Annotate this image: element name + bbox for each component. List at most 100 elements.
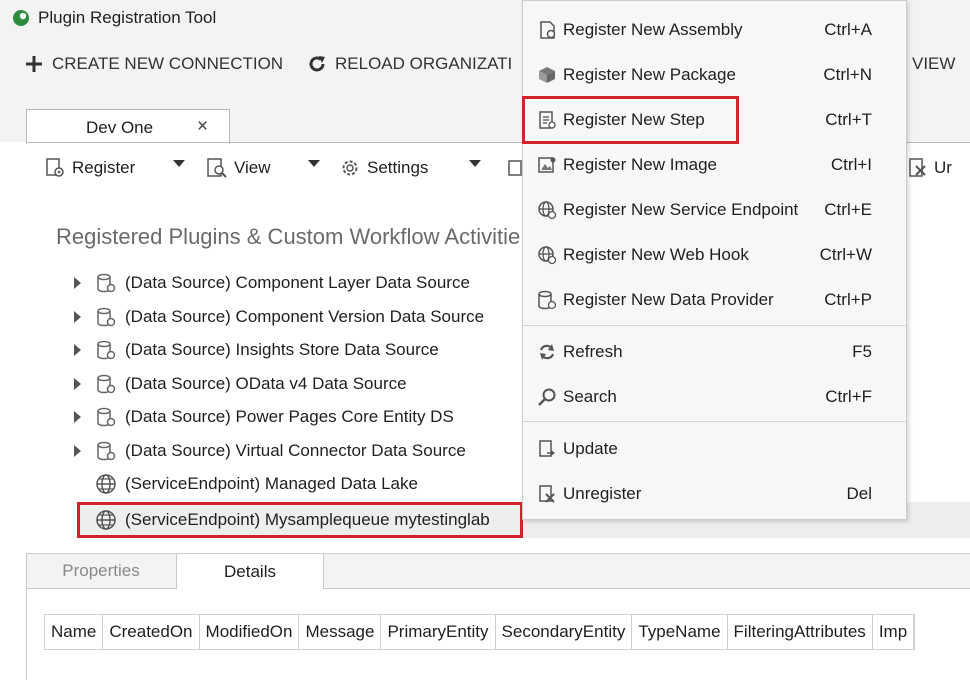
menu-item-shortcut: Del — [846, 484, 872, 503]
unregister-toolbar-icon — [909, 158, 926, 177]
register-label: Register — [72, 158, 136, 177]
settings-dropdown-button[interactable]: Settings — [339, 155, 428, 181]
reload-organization-label: RELOAD ORGANIZATI — [335, 54, 513, 73]
selected-item-highlight-box — [77, 502, 523, 538]
data-provider-icon — [538, 290, 557, 310]
tree-item-managed-data-lake[interactable]: (ServiceEndpoint) Managed Data Lake — [72, 469, 418, 499]
unregister-icon — [539, 485, 555, 503]
reload-organization-button[interactable]: RELOAD ORGANIZATI — [307, 52, 512, 76]
settings-label: Settings — [367, 158, 429, 177]
plus-icon — [26, 56, 42, 72]
close-tab-icon[interactable]: × — [197, 116, 208, 138]
expand-arrow-icon[interactable] — [74, 277, 81, 289]
tree-item-power-pages[interactable]: (Data Source) Power Pages Core Entity DS — [72, 402, 454, 432]
view-icon — [207, 158, 227, 178]
menu-item-search[interactable]: Search Ctrl+F — [523, 379, 906, 415]
tab-details[interactable]: Details — [176, 554, 324, 589]
view-menu-label: VIEW — [912, 54, 956, 73]
column-header-modifiedon[interactable]: ModifiedOn — [200, 615, 300, 649]
menu-item-label: Refresh — [563, 342, 623, 361]
menu-item-register-new-web-hook[interactable]: Register New Web Hook Ctrl+W — [523, 237, 906, 273]
menu-separator — [523, 421, 906, 422]
datasource-icon — [97, 307, 116, 327]
tree-item-virtual-connector[interactable]: (Data Source) Virtual Connector Data Sou… — [72, 436, 466, 466]
menu-item-label: Update — [563, 439, 618, 458]
menu-item-shortcut: Ctrl+A — [824, 20, 872, 39]
tree-item-odata-v4[interactable]: (Data Source) OData v4 Data Source — [72, 369, 407, 399]
column-header-filteringattributes[interactable]: FilteringAttributes — [728, 615, 873, 649]
expand-arrow-icon[interactable] — [74, 378, 81, 390]
tree-item-component-version[interactable]: (Data Source) Component Version Data Sou… — [72, 302, 484, 332]
menu-item-register-new-package[interactable]: Register New Package Ctrl+N — [523, 57, 906, 93]
menu-item-register-new-service-endpoint[interactable]: Register New Service Endpoint Ctrl+E — [523, 192, 906, 228]
menu-item-update[interactable]: Update — [523, 431, 906, 467]
menu-item-register-new-image[interactable]: Register New Image Ctrl+I — [523, 147, 906, 183]
menu-item-label: Register New Assembly — [563, 20, 743, 39]
menu-item-register-new-assembly[interactable]: Register New Assembly Ctrl+A — [523, 12, 906, 48]
tab-dev-one-label: Dev One — [86, 118, 154, 137]
menu-item-shortcut: F5 — [852, 342, 872, 361]
registered-plugins-heading: Registered Plugins & Custom Workflow Act… — [56, 224, 521, 249]
datasource-icon — [97, 441, 116, 461]
datasource-icon — [97, 407, 116, 427]
menu-item-label: Search — [563, 387, 617, 406]
menu-item-shortcut: Ctrl+I — [830, 155, 872, 174]
view-dropdown-button[interactable]: View — [206, 155, 271, 181]
refresh-icon — [539, 344, 555, 360]
menu-item-label: Register New Package — [563, 65, 736, 84]
view-menu-button[interactable]: VIEW — [912, 52, 955, 76]
app-logo-icon — [13, 10, 29, 26]
menu-item-label: Unregister — [563, 484, 642, 503]
unregister-toolbar-button[interactable]: Ur — [908, 155, 952, 181]
column-header-name[interactable]: Name — [45, 615, 104, 649]
expand-arrow-icon[interactable] — [74, 344, 81, 356]
package-icon — [539, 67, 555, 83]
menu-item-label: Register New Web Hook — [563, 245, 749, 264]
tree-item-label: (Data Source) Insights Store Data Source — [125, 340, 439, 359]
expand-arrow-icon[interactable] — [74, 445, 81, 457]
menu-item-register-new-data-provider[interactable]: Register New Data Provider Ctrl+P — [523, 282, 906, 318]
tree-item-label: (Data Source) Virtual Connector Data Sou… — [125, 441, 466, 460]
create-new-connection-button[interactable]: CREATE NEW CONNECTION — [24, 52, 283, 76]
settings-chevron-down-icon[interactable] — [469, 160, 481, 167]
tab-properties[interactable]: Properties — [26, 554, 176, 588]
tree-item-label: (Data Source) Component Version Data Sou… — [125, 307, 485, 326]
menu-item-refresh[interactable]: Refresh F5 — [523, 334, 906, 370]
menu-item-unregister[interactable]: Unregister Del — [523, 476, 906, 512]
datasource-icon — [97, 340, 116, 360]
assembly-icon — [540, 21, 556, 39]
column-header-primaryentity[interactable]: PrimaryEntity — [381, 615, 496, 649]
column-header-typename[interactable]: TypeName — [632, 615, 728, 649]
create-new-connection-label: CREATE NEW CONNECTION — [52, 54, 284, 73]
column-header-imp[interactable]: Imp — [873, 615, 915, 649]
details-grid-header: Name CreatedOn ModifiedOn Message Primar… — [44, 614, 916, 650]
view-label: View — [234, 158, 271, 177]
register-dropdown-button[interactable]: Register — [44, 155, 135, 181]
tab-baseline — [26, 588, 176, 589]
column-header-message[interactable]: Message — [299, 615, 382, 649]
reload-icon — [309, 56, 325, 72]
menu-item-label: Register New Data Provider — [563, 290, 774, 309]
register-chevron-down-icon[interactable] — [173, 160, 185, 167]
tree-item-component-layer[interactable]: (Data Source) Component Layer Data Sourc… — [72, 268, 470, 298]
view-chevron-down-icon[interactable] — [308, 160, 320, 167]
datasource-icon — [97, 273, 116, 293]
tree-item-label: (Data Source) Power Pages Core Entity DS — [125, 407, 454, 426]
menu-item-highlight-box — [522, 96, 739, 144]
search-icon — [538, 388, 556, 406]
tree-item-label: (Data Source) Component Layer Data Sourc… — [125, 273, 470, 292]
menu-item-label: Register New Service Endpoint — [563, 200, 799, 219]
column-header-secondaryentity[interactable]: SecondaryEntity — [496, 615, 633, 649]
tree-item-insights-store[interactable]: (Data Source) Insights Store Data Source — [72, 335, 439, 365]
endpoint-icon — [538, 201, 557, 220]
globe-icon — [96, 474, 116, 494]
gear-icon — [342, 160, 358, 176]
menu-item-shortcut: Ctrl+P — [824, 290, 872, 309]
menu-separator — [523, 325, 906, 326]
image-icon — [538, 157, 556, 173]
datasource-icon — [97, 374, 116, 394]
update-icon — [539, 440, 555, 457]
column-header-createdon[interactable]: CreatedOn — [103, 615, 200, 649]
expand-arrow-icon[interactable] — [74, 311, 81, 323]
expand-arrow-icon[interactable] — [74, 411, 81, 423]
